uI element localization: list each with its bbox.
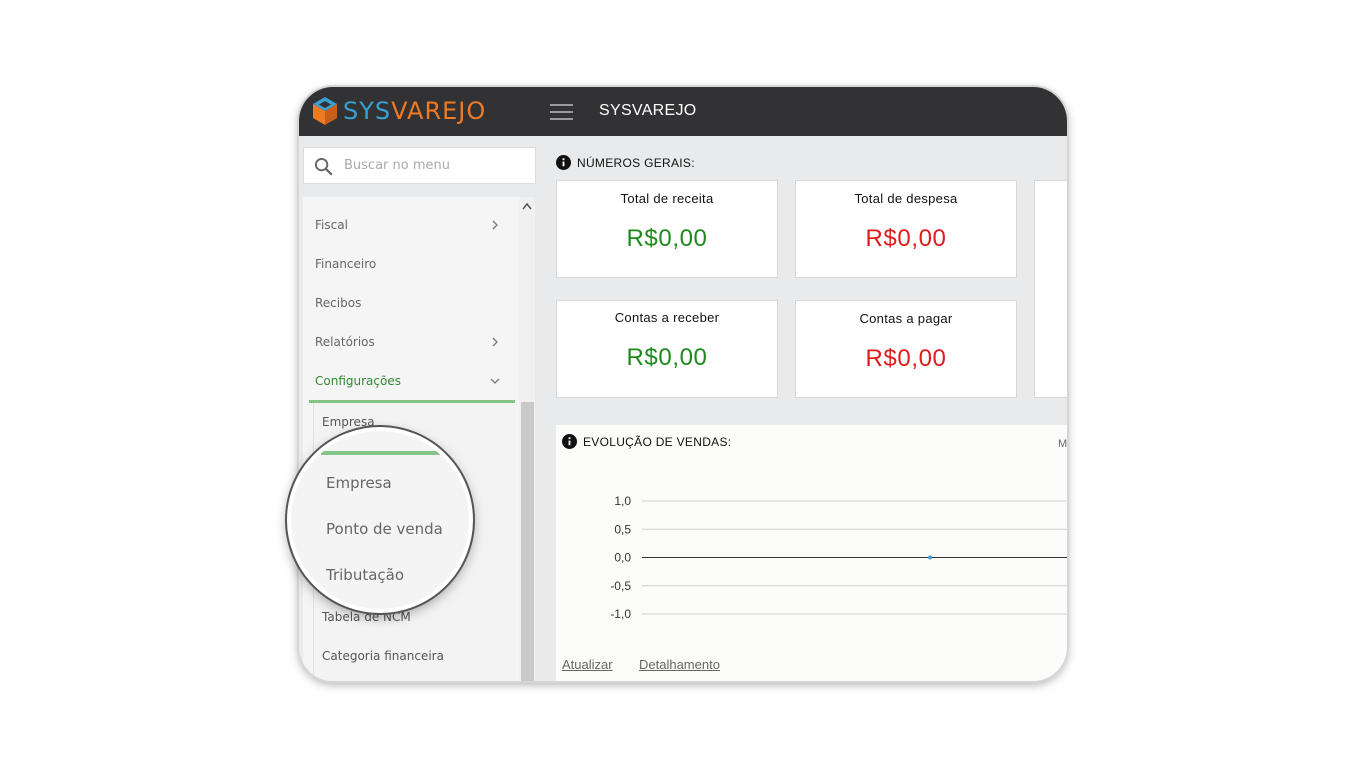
info-icon [556,155,571,170]
card-total-receita: Total de receita R$0,00 [556,180,778,278]
magnifier-item-tributacao[interactable]: Tributação [326,566,404,584]
menu-toggle-icon[interactable] [550,104,573,120]
top-bar: SYSVAREJO SYSVAREJO [299,87,1067,136]
card-value: R$0,00 [626,225,708,252]
sales-title: EVOLUÇÃO DE VENDAS: [583,434,732,449]
info-icon [562,434,577,449]
y-tick-label: -0,5 [610,579,631,593]
y-tick-label: -1,0 [610,607,631,621]
card-value: R$0,00 [865,225,947,252]
submenu-item-categoria-financeira[interactable]: Categoria financeira [322,649,444,663]
chevron-right-icon[interactable] [490,337,500,347]
sidebar-scrollbar[interactable] [519,197,535,681]
card-contas-pagar: Contas a pagar R$0,00 [795,300,1017,398]
card-contas-receber: Contas a receber R$0,00 [556,300,778,398]
search-input[interactable] [344,148,529,183]
chevron-down-icon[interactable] [490,376,500,386]
card-value: R$0,00 [865,345,947,372]
logo-varejo-text: VAREJO [391,97,487,125]
scrollbar-thumb[interactable] [521,402,534,681]
main-content: NÚMEROS GERAIS: Total de receita R$0,00 … [537,136,1067,681]
card-title: Contas a receber [614,310,720,325]
y-tick-label: 0,0 [614,551,631,565]
numbers-header: NÚMEROS GERAIS: [556,155,695,170]
magnifier-active-line [321,451,469,455]
sidebar-item-relatorios[interactable]: Relatórios [315,335,375,349]
sidebar-item-financeiro[interactable]: Financeiro [315,257,376,271]
search-icon [314,157,333,176]
y-tick-label: 1,0 [614,494,631,508]
cube-logo-icon [313,97,337,125]
sidebar-item-fiscal[interactable]: Fiscal [315,218,348,232]
search-box [303,147,536,184]
sales-header: EVOLUÇÃO DE VENDAS: [562,434,731,449]
chart-menu-label[interactable]: M [1058,438,1067,450]
app-title: SYSVAREJO [599,102,697,119]
sidebar-item-configuracoes[interactable]: Configurações [315,374,401,388]
sidebar-item-recibos[interactable]: Recibos [315,296,361,310]
card-total-despesa: Total de despesa R$0,00 [795,180,1017,278]
logo-sys-text: SYS [343,97,392,125]
sales-chart-panel: EVOLUÇÃO DE VENDAS: M 1,0 0,5 0,0 -0,5 -1,0 … [556,425,1067,681]
scroll-up-icon[interactable] [522,202,532,210]
card-value: R$0,00 [626,344,708,371]
chevron-right-icon[interactable] [490,220,500,230]
y-tick-label: 0,5 [614,522,631,536]
card-title: Total de receita [620,191,714,206]
numbers-title: NÚMEROS GERAIS: [577,155,695,170]
card-title: Contas a pagar [859,311,953,326]
card-partial [1034,180,1067,398]
update-link[interactable]: Atualizar [562,657,613,672]
magnifier-item-ponto-de-venda[interactable]: Ponto de venda [326,520,443,538]
magnifier-callout: Empresa Ponto de venda Tributação [287,427,473,613]
data-point[interactable] [928,555,932,560]
sales-chart: 1,0 0,5 0,0 -0,5 -1,0 [610,494,1067,621]
logo[interactable]: SYSVAREJO [311,94,486,128]
magnifier-item-empresa[interactable]: Empresa [326,474,392,492]
details-link[interactable]: Detalhamento [639,657,720,672]
card-title: Total de despesa [854,191,958,206]
